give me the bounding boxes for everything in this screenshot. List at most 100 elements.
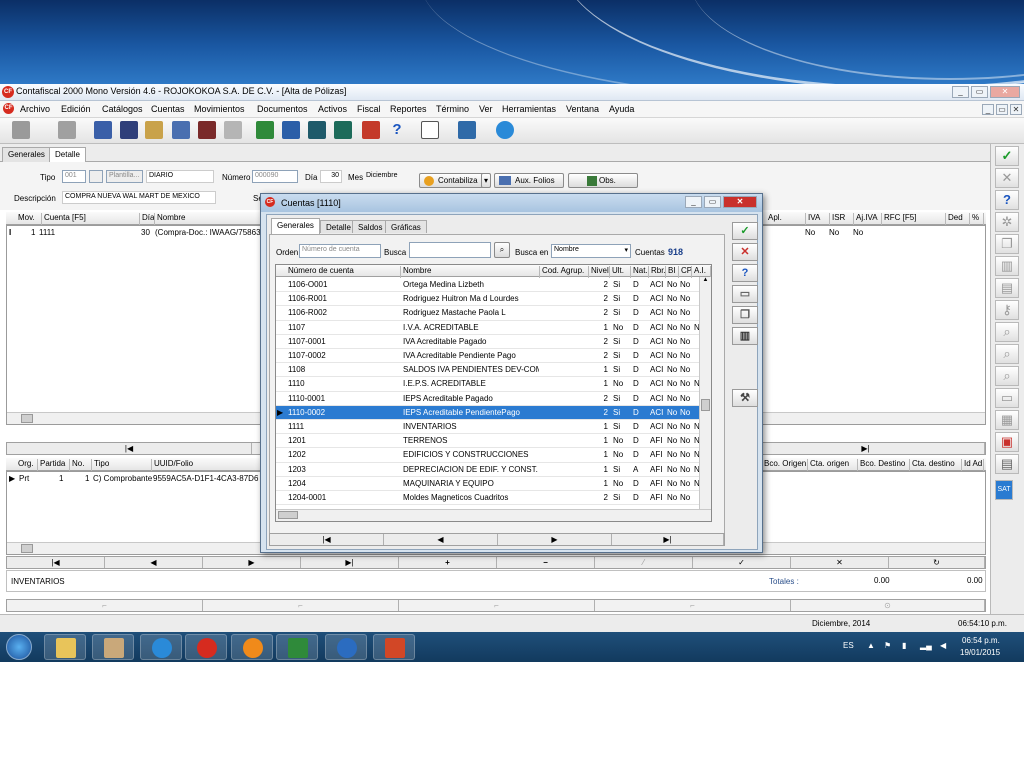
- menu-catalogos[interactable]: Catálogos: [102, 104, 143, 114]
- nav-first-button[interactable]: |◀: [7, 557, 105, 568]
- orden-select[interactable]: Número de cuenta: [299, 244, 381, 258]
- book-icon[interactable]: [145, 121, 163, 139]
- nav-prev-button[interactable]: ◀: [105, 557, 203, 568]
- nav-cancel-button[interactable]: ✕: [791, 557, 889, 568]
- col-no[interactable]: No.: [70, 459, 92, 471]
- dialog-help-button[interactable]: ?: [732, 264, 758, 282]
- contabiliza-dropdown[interactable]: ▾: [481, 173, 491, 188]
- nav-post-button[interactable]: ✓: [693, 557, 791, 568]
- taskbar-explorer[interactable]: [44, 634, 86, 660]
- accept-icon[interactable]: ✓: [995, 146, 1019, 166]
- nav-add-button[interactable]: +: [399, 557, 497, 568]
- col-mov[interactable]: Mov.: [16, 213, 42, 225]
- menu-fiscal[interactable]: Fiscal: [357, 104, 381, 114]
- col-org[interactable]: Org.: [16, 459, 38, 471]
- contabiliza-button[interactable]: Contabiliza: [419, 173, 489, 188]
- table-row[interactable]: ▶ 1110-0002 IEPS Acreditable PendientePago…: [276, 405, 699, 420]
- calc-icon[interactable]: [58, 121, 76, 139]
- col-tipo[interactable]: Tipo: [92, 459, 152, 471]
- table-row[interactable]: 1204-0001 Moldes Magneticos Cuadritos 2 Si D…: [276, 491, 699, 506]
- table-row[interactable]: 1110-0001 IEPS Acreditable Pagado 2 Si D ACI N…: [276, 392, 699, 406]
- print-icon[interactable]: [12, 121, 30, 139]
- horizontal-scrollbar[interactable]: [276, 509, 711, 521]
- print-icon[interactable]: ▤: [995, 278, 1019, 298]
- scroll-thumb[interactable]: [278, 511, 298, 519]
- dialog-delete-button[interactable]: ▥: [732, 327, 758, 345]
- table-row[interactable]: 1108 SALDOS IVA PENDIENTES DEV-COMP 1 Si D AC…: [276, 363, 699, 378]
- dialog-minimize-icon[interactable]: _: [685, 196, 702, 208]
- signal-icon[interactable]: ▂▄: [920, 641, 932, 650]
- menu-movimientos[interactable]: Movimientos: [194, 104, 245, 114]
- nav-prev-button[interactable]: ◀: [384, 534, 498, 545]
- dialog-cancel-button[interactable]: ✕: [732, 243, 758, 261]
- col-cp[interactable]: CP: [679, 266, 692, 278]
- nav-last-button[interactable]: ▶|: [612, 534, 724, 545]
- taskbar-library[interactable]: [92, 634, 134, 660]
- col-numero[interactable]: Número de cuenta: [286, 266, 401, 278]
- document-icon[interactable]: ▭: [995, 388, 1019, 408]
- col-ded[interactable]: Ded: [946, 213, 970, 225]
- flag-icon[interactable]: ⚑: [884, 641, 891, 650]
- mes-value[interactable]: Diciembre: [366, 172, 398, 179]
- table-row[interactable]: 1107 I.V.A. ACREDITABLE 1 No D ACI No No N: [276, 321, 699, 335]
- key-icon[interactable]: ⚷: [995, 300, 1019, 320]
- app-menu-icon[interactable]: CF: [3, 103, 14, 114]
- nav-refresh-button[interactable]: ↻: [889, 557, 985, 568]
- taskbar-excel[interactable]: [276, 634, 318, 660]
- mdi-close-icon[interactable]: ✕: [1010, 104, 1022, 115]
- bottom-button[interactable]: ⌐: [399, 600, 595, 611]
- exit-icon[interactable]: [362, 121, 380, 139]
- table-row[interactable]: 1202 EDIFICIOS Y CONSTRUCCIONES 1 No D AFI No N…: [276, 448, 699, 463]
- col-cta-destino[interactable]: Cta. destino: [910, 459, 962, 471]
- search-icon[interactable]: ⌕: [494, 242, 510, 258]
- sat-icon[interactable]: SAT: [995, 480, 1013, 500]
- col-ajiva[interactable]: Aj.IVA: [854, 213, 882, 225]
- col-apl[interactable]: Apl.: [766, 213, 806, 225]
- col-dia[interactable]: Día: [140, 213, 155, 225]
- col-partida[interactable]: Partida: [38, 459, 70, 471]
- menu-herramientas[interactable]: Herramientas: [502, 104, 556, 114]
- taskbar-nero[interactable]: [231, 634, 273, 660]
- col-rbr[interactable]: Rbr.: [649, 266, 666, 278]
- org-chart-icon[interactable]: [94, 121, 112, 139]
- descripcion-input[interactable]: COMPRA NUEVA WAL MART DE MEXICO: [62, 191, 216, 204]
- col-cod-agrup[interactable]: Cod. Agrup.: [540, 266, 589, 278]
- start-icon[interactable]: [6, 634, 32, 660]
- network-tray-icon[interactable]: ▮: [902, 641, 906, 650]
- tray-arrow-icon[interactable]: ▲: [867, 641, 875, 650]
- table-row[interactable]: 1107-0002 IVA Acreditable Pendiente Pago 2…: [276, 349, 699, 364]
- tipo-lookup-icon[interactable]: [89, 170, 103, 183]
- menu-cuentas[interactable]: Cuentas: [151, 104, 185, 114]
- numero-input[interactable]: 000090: [252, 170, 298, 183]
- dialog-tools-button[interactable]: ⚒: [732, 389, 758, 407]
- scroll-up-icon[interactable]: ▲: [701, 277, 710, 286]
- taskbar-contafiscal[interactable]: [185, 634, 227, 660]
- col-id-ad[interactable]: Id Ad: [962, 459, 984, 471]
- bottom-button[interactable]: ⌐: [203, 600, 399, 611]
- nav-delete-button[interactable]: −: [497, 557, 595, 568]
- nav-last-button[interactable]: ▶|: [747, 443, 985, 454]
- dialog-close-button[interactable]: ✕: [723, 196, 757, 208]
- cancel-icon[interactable]: ✕: [995, 168, 1019, 188]
- database-icon[interactable]: [308, 121, 326, 139]
- col-uuid[interactable]: UUID/Folio: [152, 459, 262, 471]
- search-icon[interactable]: ⌕: [995, 344, 1019, 364]
- tab-generales[interactable]: Generales: [2, 147, 51, 162]
- col-ult[interactable]: Ult.: [610, 266, 631, 278]
- busca-input[interactable]: [409, 242, 491, 258]
- calculator-icon[interactable]: ▦: [995, 410, 1019, 430]
- clock-time[interactable]: 06:54 p.m.: [962, 636, 1000, 645]
- dialog-tab-generales[interactable]: Generales: [271, 218, 320, 234]
- table-row[interactable]: 1203 DEPRECIACION DE EDIF. Y CONST. 1 Si A AF…: [276, 463, 699, 477]
- nav-next-button[interactable]: ▶: [203, 557, 301, 568]
- col-rfc[interactable]: RFC [F5]: [882, 213, 946, 225]
- word-icon[interactable]: [282, 121, 300, 139]
- table-row[interactable]: 1204 MAQUINARIA Y EQUIPO 1 No D AFI No No N: [276, 477, 699, 491]
- scroll-thumb[interactable]: [21, 414, 33, 423]
- dialog-copy-button[interactable]: ❐: [732, 306, 758, 324]
- table-row[interactable]: 1201 TERRENOS 1 No D AFI No No N: [276, 434, 699, 449]
- nav-first-button[interactable]: |◀: [270, 534, 384, 545]
- taskbar-ie[interactable]: [140, 634, 182, 660]
- busca-en-select[interactable]: Nombre ▾: [551, 244, 631, 258]
- menu-archivo[interactable]: Archivo: [20, 104, 50, 114]
